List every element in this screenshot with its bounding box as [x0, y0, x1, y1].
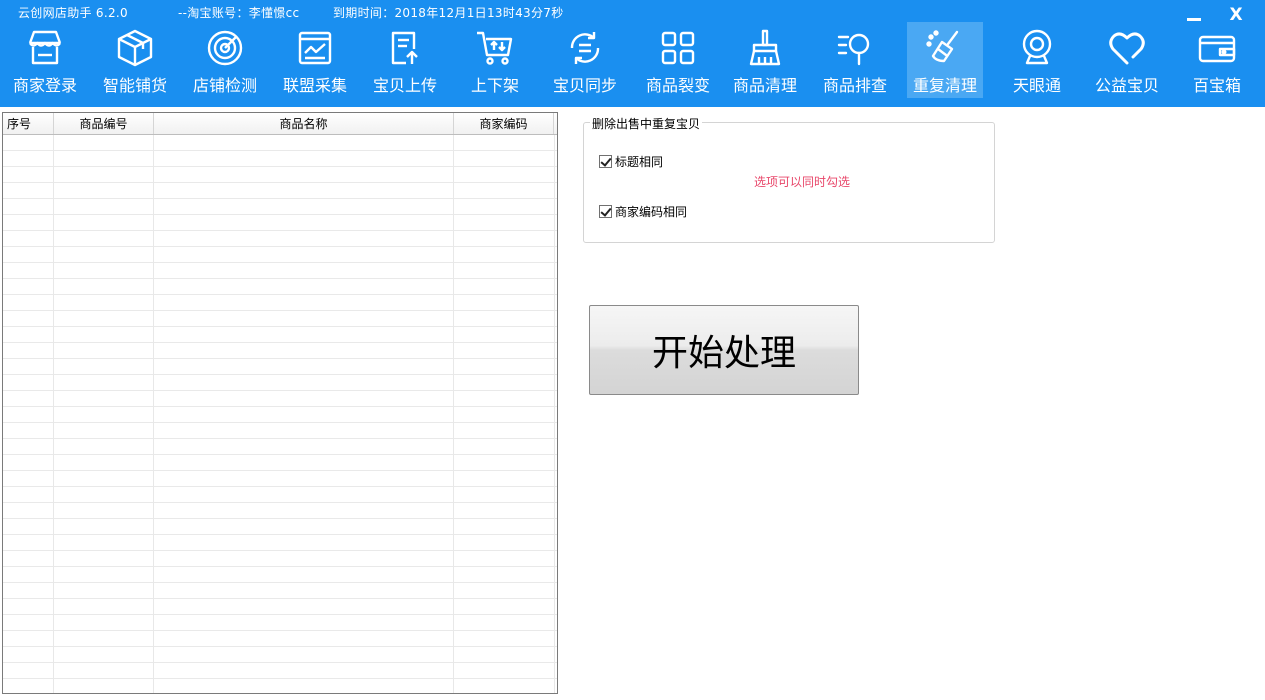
- sync-icon: [570, 32, 600, 64]
- tool-item-check[interactable]: 商品排查: [817, 22, 893, 98]
- broom-icon: [749, 29, 781, 66]
- radar-icon: [207, 30, 243, 66]
- tool-label: 上下架: [470, 76, 519, 95]
- wallet-icon: [1198, 35, 1236, 63]
- app-window: 云创网店助手 6.2.0 --淘宝账号：李懂憬cc 到期时间：2018年12月1日1…: [0, 0, 1265, 700]
- store-icon: [28, 30, 62, 65]
- header-bar: 云创网店助手 6.2.0 --淘宝账号：李懂憬cc 到期时间：2018年12月1日1…: [0, 0, 1265, 107]
- tool-shop-check[interactable]: 店铺检测: [187, 22, 263, 98]
- document-upload-icon: [391, 31, 418, 65]
- main-toolbar: 商家登录 智能铺货 店铺检测 联盟采集 宝贝上传 上下架 宝贝同步 商品裂变 商…: [0, 22, 1265, 100]
- title-same-checkbox[interactable]: 标题相同: [599, 153, 663, 170]
- checkbox-checked-icon[interactable]: [599, 155, 612, 168]
- start-process-button[interactable]: 开始处理: [589, 305, 859, 395]
- duplicate-options-group: 删除出售中重复宝贝 标题相同 选项可以同时勾选 商家编码相同: [583, 115, 995, 243]
- group-title: 删除出售中重复宝贝: [590, 115, 703, 132]
- merchant-code-same-checkbox[interactable]: 商家编码相同: [599, 203, 687, 220]
- tool-item-upload[interactable]: 宝贝上传: [367, 22, 443, 98]
- tool-label: 店铺检测: [192, 76, 257, 95]
- grid-header: 序号 商品编号 商品名称 商家编码: [3, 113, 557, 135]
- title-bar: 云创网店助手 6.2.0 --淘宝账号：李懂憬cc 到期时间：2018年12月1日1…: [18, 4, 564, 22]
- expiry-info: 到期时间：2018年12月1日13时43分7秒: [333, 6, 564, 20]
- tool-label: 百宝箱: [1192, 76, 1241, 95]
- tool-label: 商品清理: [732, 76, 797, 95]
- search-list-icon: [837, 33, 870, 66]
- chart-window-icon: [298, 31, 332, 65]
- column-header-seq[interactable]: 序号: [3, 113, 54, 134]
- tool-duplicate-clean[interactable]: 重复清理: [907, 22, 983, 98]
- sweep-icon: [926, 30, 959, 63]
- heart-icon: [1109, 32, 1145, 65]
- tool-label: 商品排查: [822, 76, 887, 95]
- tool-label: 联盟采集: [282, 76, 347, 95]
- tool-smart-listing[interactable]: 智能铺货: [97, 22, 173, 98]
- account-info: --淘宝账号：李懂憬cc: [178, 6, 300, 20]
- grid-body[interactable]: [3, 135, 557, 693]
- tool-alliance-collect[interactable]: 联盟采集: [277, 22, 353, 98]
- grid-icon: [661, 31, 695, 65]
- column-header-item-name[interactable]: 商品名称: [154, 113, 454, 134]
- app-title: 云创网店助手 6.2.0: [18, 6, 128, 20]
- tool-label: 智能铺货: [102, 76, 167, 95]
- cart-icon: [477, 31, 513, 65]
- tool-label: 宝贝同步: [552, 76, 617, 95]
- tool-charity-item[interactable]: 公益宝贝: [1089, 22, 1165, 98]
- checkbox-checked-icon[interactable]: [599, 205, 612, 218]
- tool-item-sync[interactable]: 宝贝同步: [547, 22, 623, 98]
- tool-label: 商品裂变: [645, 76, 710, 95]
- tool-shelve[interactable]: 上下架: [457, 22, 533, 98]
- tool-label: 宝贝上传: [372, 76, 437, 95]
- box-icon: [117, 29, 153, 67]
- tool-sky-eye[interactable]: 天眼通: [999, 22, 1075, 98]
- tool-treasure-box[interactable]: 百宝箱: [1179, 22, 1255, 98]
- column-header-merchant-code[interactable]: 商家编码: [454, 113, 554, 134]
- tool-item-split[interactable]: 商品裂变: [640, 22, 716, 98]
- options-hint: 选项可以同时勾选: [754, 175, 851, 189]
- checkbox-label: 商家编码相同: [615, 205, 688, 219]
- tool-label: 重复清理: [912, 76, 977, 95]
- column-header-item-id[interactable]: 商品编号: [54, 113, 154, 134]
- tool-label: 商家登录: [12, 76, 77, 95]
- tool-label: 天眼通: [1012, 76, 1061, 95]
- product-grid[interactable]: 序号 商品编号 商品名称 商家编码: [2, 112, 558, 694]
- checkbox-label: 标题相同: [615, 155, 664, 169]
- tool-merchant-login[interactable]: 商家登录: [7, 22, 83, 98]
- tool-label: 公益宝贝: [1094, 76, 1159, 95]
- minimize-icon: [1187, 17, 1201, 21]
- webcam-icon: [1022, 29, 1052, 65]
- tool-item-clean[interactable]: 商品清理: [727, 22, 803, 98]
